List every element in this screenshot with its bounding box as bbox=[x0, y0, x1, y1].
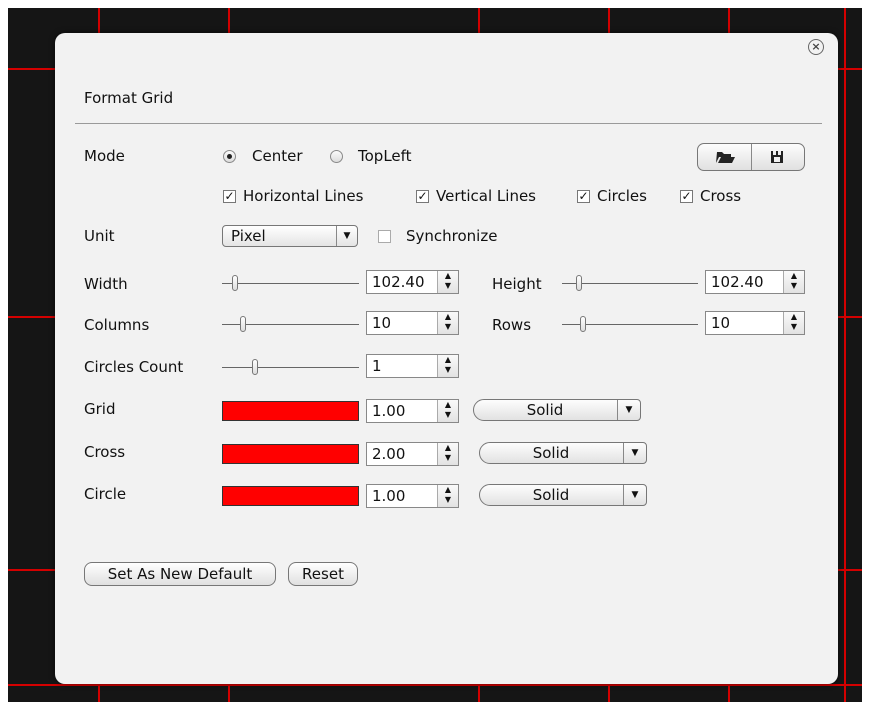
cross-width-spinbox[interactable]: 2.00 ▲ ▼ bbox=[366, 442, 459, 466]
circle-line-style-select[interactable]: Solid ▼ bbox=[479, 484, 647, 506]
rows-value: 10 bbox=[711, 314, 731, 332]
cross-checkbox[interactable]: ✓ bbox=[680, 190, 693, 203]
spin-arrows-icon[interactable]: ▲ ▼ bbox=[437, 312, 458, 334]
width-slider[interactable] bbox=[222, 275, 359, 293]
horizontal-lines-label[interactable]: Horizontal Lines bbox=[243, 187, 363, 205]
chevron-down-icon: ▼ bbox=[336, 226, 357, 246]
slider-thumb[interactable] bbox=[240, 316, 246, 332]
mode-topleft-radio[interactable] bbox=[330, 150, 343, 163]
circle-width-value: 1.00 bbox=[372, 487, 406, 505]
spin-arrows-icon[interactable]: ▲ ▼ bbox=[437, 355, 458, 377]
spin-arrows-icon[interactable]: ▲ ▼ bbox=[783, 312, 804, 334]
height-spinbox[interactable]: 102.40 ▲ ▼ bbox=[705, 270, 805, 294]
mode-center-label[interactable]: Center bbox=[252, 147, 303, 165]
unit-select-value: Pixel bbox=[231, 227, 266, 245]
folder-open-icon bbox=[716, 152, 735, 163]
spin-arrows-icon[interactable]: ▲ ▼ bbox=[437, 271, 458, 293]
synchronize-checkbox[interactable] bbox=[378, 230, 391, 243]
grid-width-spinbox[interactable]: 1.00 ▲ ▼ bbox=[366, 399, 459, 423]
reset-button[interactable]: Reset bbox=[288, 562, 358, 586]
grid-line-v bbox=[844, 8, 846, 702]
height-label: Height bbox=[492, 275, 542, 293]
slider-track bbox=[222, 283, 359, 284]
grid-line-style-select[interactable]: Solid ▼ bbox=[473, 399, 641, 421]
width-label: Width bbox=[84, 275, 128, 293]
circles-count-spinbox[interactable]: 1 ▲ ▼ bbox=[366, 354, 459, 378]
set-as-default-button[interactable]: Set As New Default bbox=[84, 562, 276, 586]
circles-count-slider[interactable] bbox=[222, 359, 359, 377]
save-disk-icon bbox=[771, 151, 783, 163]
cross-label[interactable]: Cross bbox=[700, 187, 741, 205]
circles-count-label: Circles Count bbox=[84, 358, 184, 376]
height-slider[interactable] bbox=[562, 275, 698, 293]
slider-track bbox=[562, 283, 698, 284]
columns-value: 10 bbox=[372, 314, 392, 332]
mode-label: Mode bbox=[84, 147, 125, 165]
rows-slider[interactable] bbox=[562, 316, 698, 334]
format-grid-dialog: × Format Grid Mode Center TopLeft ✓ Hori… bbox=[55, 33, 838, 684]
mode-center-radio[interactable] bbox=[223, 150, 236, 163]
rows-label: Rows bbox=[492, 316, 532, 334]
columns-spinbox[interactable]: 10 ▲ ▼ bbox=[366, 311, 459, 335]
synchronize-label[interactable]: Synchronize bbox=[406, 227, 497, 245]
file-button-group bbox=[697, 143, 805, 171]
chevron-down-icon: ▼ bbox=[623, 485, 646, 505]
horizontal-lines-checkbox[interactable]: ✓ bbox=[223, 190, 236, 203]
cross-color-swatch[interactable] bbox=[222, 444, 359, 464]
circle-style-label: Circle bbox=[84, 485, 127, 503]
save-button[interactable] bbox=[752, 144, 805, 170]
columns-label: Columns bbox=[84, 316, 150, 334]
vertical-lines-label[interactable]: Vertical Lines bbox=[436, 187, 536, 205]
dialog-title: Format Grid bbox=[84, 89, 174, 107]
spin-arrows-icon[interactable]: ▲ ▼ bbox=[437, 443, 458, 465]
cross-style-label: Cross bbox=[84, 443, 126, 461]
open-button[interactable] bbox=[698, 144, 751, 170]
circle-width-spinbox[interactable]: 1.00 ▲ ▼ bbox=[366, 484, 459, 508]
rows-spinbox[interactable]: 10 ▲ ▼ bbox=[705, 311, 805, 335]
height-value: 102.40 bbox=[711, 273, 764, 291]
chevron-down-icon: ▼ bbox=[623, 443, 646, 463]
grid-style-label: Grid bbox=[84, 400, 116, 418]
grid-width-value: 1.00 bbox=[372, 402, 406, 420]
circle-line-style-value: Solid bbox=[532, 486, 570, 504]
width-value: 102.40 bbox=[372, 273, 425, 291]
vertical-lines-checkbox[interactable]: ✓ bbox=[416, 190, 429, 203]
unit-select[interactable]: Pixel ▼ bbox=[222, 225, 358, 247]
slider-thumb[interactable] bbox=[232, 275, 238, 291]
close-icon[interactable]: × bbox=[808, 39, 824, 55]
title-separator bbox=[75, 123, 822, 124]
spin-arrows-icon[interactable]: ▲ ▼ bbox=[783, 271, 804, 293]
grid-color-swatch[interactable] bbox=[222, 401, 359, 421]
slider-thumb[interactable] bbox=[252, 359, 258, 375]
chevron-down-icon: ▼ bbox=[617, 400, 640, 420]
mode-topleft-label[interactable]: TopLeft bbox=[358, 147, 412, 165]
grid-line-h bbox=[8, 684, 862, 686]
cross-line-style-select[interactable]: Solid ▼ bbox=[479, 442, 647, 464]
spin-arrows-icon[interactable]: ▲ ▼ bbox=[437, 485, 458, 507]
slider-thumb[interactable] bbox=[576, 275, 582, 291]
columns-slider[interactable] bbox=[222, 316, 359, 334]
circles-label[interactable]: Circles bbox=[597, 187, 647, 205]
width-spinbox[interactable]: 102.40 ▲ ▼ bbox=[366, 270, 459, 294]
slider-thumb[interactable] bbox=[580, 316, 586, 332]
slider-track bbox=[222, 367, 359, 368]
circles-checkbox[interactable]: ✓ bbox=[577, 190, 590, 203]
cross-width-value: 2.00 bbox=[372, 445, 406, 463]
circles-count-value: 1 bbox=[372, 357, 382, 375]
cross-line-style-value: Solid bbox=[532, 444, 570, 462]
unit-label: Unit bbox=[84, 227, 115, 245]
spin-arrows-icon[interactable]: ▲ ▼ bbox=[437, 400, 458, 422]
circle-color-swatch[interactable] bbox=[222, 486, 359, 506]
grid-line-style-value: Solid bbox=[526, 401, 564, 419]
